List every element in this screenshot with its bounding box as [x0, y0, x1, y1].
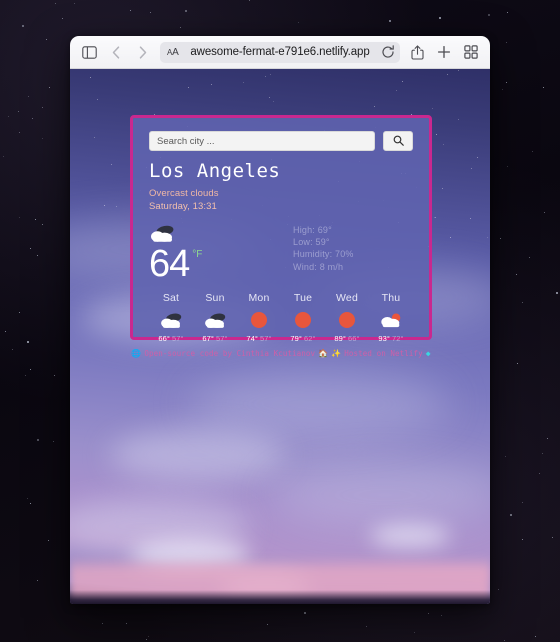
url-text: awesome-fermat-e791e6.netlify.app: [190, 46, 370, 58]
sidebar-icon[interactable]: [79, 42, 99, 62]
forecast-low: 66°: [348, 334, 360, 343]
detail-wind: Wind: 8 m/h: [293, 261, 344, 272]
city-name: Los Angeles: [149, 160, 281, 182]
forecast-day-name: Sun: [205, 292, 225, 304]
share-icon[interactable]: [407, 42, 427, 62]
forecast-high: 79°: [290, 334, 302, 343]
reload-icon[interactable]: [381, 45, 395, 59]
browser-window: AA awesome-fermat-e791e6.netlify.app Sea…: [70, 36, 490, 604]
forecast-low: 72°: [392, 334, 404, 343]
tab-overview-icon[interactable]: [461, 42, 481, 62]
search-icon: [393, 134, 404, 149]
forecast-day-name: Thu: [381, 292, 401, 304]
search-input[interactable]: [149, 131, 375, 151]
forecast-day: Tue 79° 62°: [281, 292, 325, 343]
cloud-wisp: [110, 429, 285, 481]
detail-low: Low: 59°: [293, 237, 330, 248]
search-button[interactable]: [383, 131, 413, 151]
forecast-temps: 67° 57°: [193, 334, 237, 343]
page-footer: 🌐 Open-source code by Cinthia Kcutianov …: [130, 349, 432, 358]
forecast-day: Sat 66° 57°: [149, 292, 193, 343]
sun-icon: [237, 309, 281, 331]
diamond-icon: ◆: [425, 348, 431, 358]
forecast-day-name: Mon: [248, 292, 270, 304]
forecast-day-name: Tue: [293, 292, 313, 304]
weather-details: High: 69° Low: 59° Humidity: 70% Wind: 8…: [269, 222, 413, 273]
plus-icon[interactable]: [434, 42, 454, 62]
cloud-icon: [193, 309, 237, 331]
forecast-day: Thu 93° 72°: [369, 292, 413, 343]
page-bottom-shadow: [70, 590, 490, 604]
forecast-high: 67°: [202, 334, 214, 343]
forecast-high: 74°: [246, 334, 258, 343]
cloud-wisp: [370, 524, 450, 548]
forward-chevron-icon[interactable]: [133, 42, 153, 62]
forecast-temps: 74° 57°: [237, 334, 281, 343]
sparkles-icon: ✨: [331, 348, 342, 358]
forecast-low: 57°: [260, 334, 272, 343]
forecast-low: 57°: [172, 334, 184, 343]
forecast-temps: 89° 66°: [325, 334, 369, 343]
browser-toolbar: AA awesome-fermat-e791e6.netlify.app: [70, 36, 490, 69]
forecast-temps: 79° 62°: [281, 334, 325, 343]
sun-icon: [281, 309, 325, 331]
weather-card: Los Angeles Overcast clouds Saturday, 13…: [130, 115, 432, 343]
forecast-high: 66°: [158, 334, 170, 343]
current-temperature: 64 °F: [149, 245, 269, 283]
forecast-row: Sat 66° 57° Sun 67° 57° Mon 74° 57° Tue …: [149, 292, 413, 343]
cloud-wisp: [190, 369, 450, 439]
detail-humidity: Humidity: 70%: [293, 249, 354, 260]
local-datetime: Saturday, 13:31: [149, 201, 217, 212]
text-size-button[interactable]: AA: [167, 47, 179, 58]
forecast-low: 57°: [216, 334, 228, 343]
source-code-link[interactable]: Open-source code by Cinthia Kcutianov: [144, 349, 315, 358]
current-weather-row: 64 °F High: 69° Low: 59° Humidity: 70% W…: [149, 222, 413, 283]
forecast-day: Mon 74° 57°: [237, 292, 281, 343]
netlify-link[interactable]: Hosted on Netlify: [344, 349, 422, 358]
search-row: [149, 131, 413, 151]
forecast-day: Wed 89° 66°: [325, 292, 369, 343]
back-chevron-icon[interactable]: [106, 42, 126, 62]
forecast-low: 62°: [304, 334, 316, 343]
forecast-high: 89°: [334, 334, 346, 343]
house-icon: 🏠: [318, 348, 329, 358]
partly-cloudy-icon: [369, 309, 413, 331]
sun-icon: [325, 309, 369, 331]
forecast-temps: 66° 57°: [149, 334, 193, 343]
forecast-temps: 93° 72°: [369, 334, 413, 343]
page-viewport: Los Angeles Overcast clouds Saturday, 13…: [70, 69, 490, 604]
temperature-value: 64: [149, 243, 190, 285]
forecast-high: 93°: [378, 334, 390, 343]
temperature-unit: °F: [192, 249, 203, 260]
address-bar[interactable]: AA awesome-fermat-e791e6.netlify.app: [160, 41, 400, 63]
forecast-day: Sun 67° 57°: [193, 292, 237, 343]
cloud-wisp: [270, 464, 490, 526]
cloud-icon: [149, 309, 193, 331]
weather-condition: Overcast clouds: [149, 188, 219, 199]
detail-high: High: 69°: [293, 225, 332, 235]
globe-icon: 🌐: [131, 348, 142, 358]
forecast-day-name: Sat: [162, 292, 180, 304]
current-weather-main: 64 °F: [149, 222, 269, 283]
cloud-icon: [149, 222, 269, 244]
forecast-day-name: Wed: [336, 292, 358, 304]
